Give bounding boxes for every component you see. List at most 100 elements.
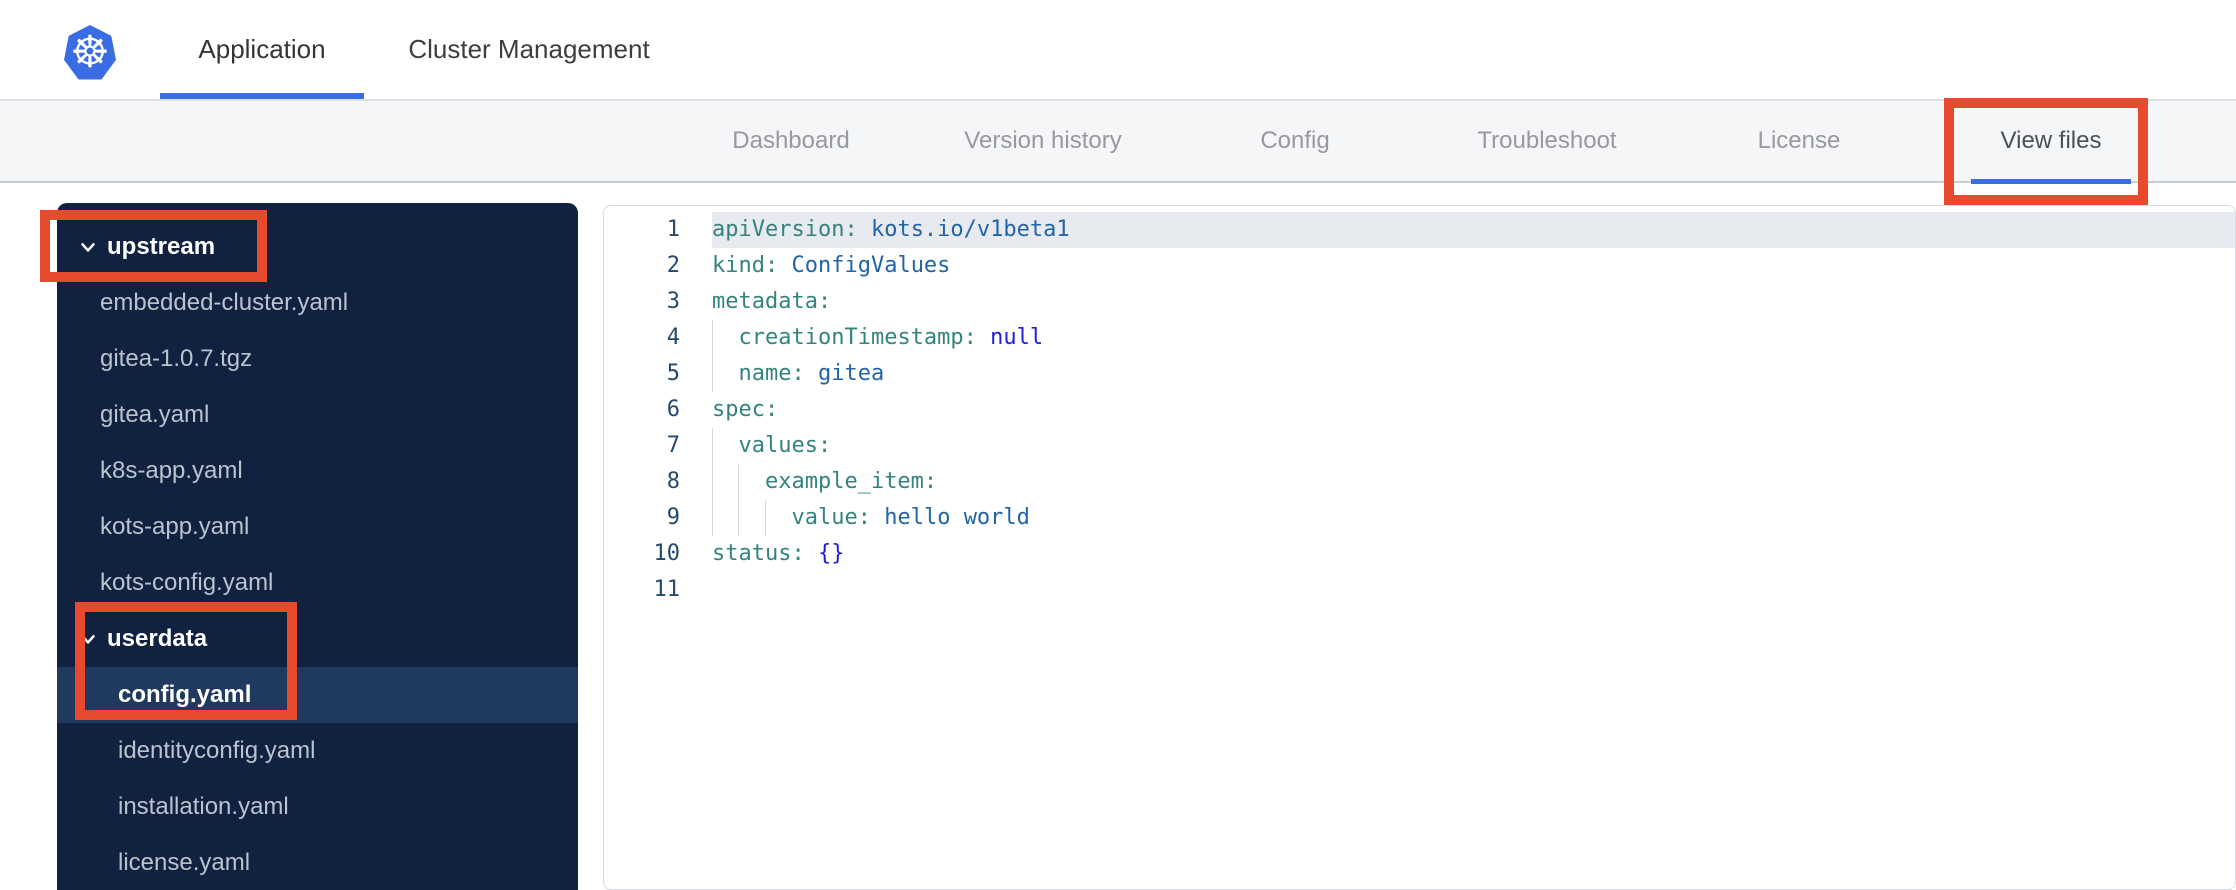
tree-item-label: kots-app.yaml <box>100 513 250 540</box>
tab-application[interactable]: Application <box>160 0 364 99</box>
indent-guide <box>712 356 713 392</box>
tab-cluster-management[interactable]: Cluster Management <box>384 0 674 99</box>
tab-dashboard[interactable]: Dashboard <box>711 100 871 182</box>
code-line-1: 1 apiVersion: kots.io/v1beta1 <box>604 212 2235 248</box>
indent-guide <box>712 320 713 356</box>
line-number: 10 <box>653 541 681 566</box>
code-text: value: hello world <box>712 500 2235 536</box>
code-line-4: 4 creationTimestamp: null <box>604 320 2235 356</box>
tree-item-label: identityconfig.yaml <box>118 737 316 764</box>
code-line-10: 10 status: {} <box>604 536 2235 572</box>
indent-guide <box>764 500 766 536</box>
tab-application-label: Application <box>198 34 326 64</box>
tab-version-history[interactable]: Version history <box>963 100 1123 182</box>
line-number: 2 <box>666 253 680 278</box>
tree-file-identityconfig-yaml[interactable]: identityconfig.yaml <box>57 723 578 779</box>
tree-file-config-yaml[interactable]: config.yaml <box>57 667 578 723</box>
tree-folder-upstream[interactable]: upstream <box>57 219 578 275</box>
code-line-11: 11 <box>604 572 2235 608</box>
token-key: values: <box>738 433 832 458</box>
tree-file-license-yaml[interactable]: license.yaml <box>57 835 578 890</box>
tab-dashboard-label: Dashboard <box>732 127 850 154</box>
code-line-7: 7 values: <box>604 428 2235 464</box>
tree-folder-userdata[interactable]: userdata <box>57 611 578 667</box>
tab-view-files-label: View files <box>2000 127 2102 154</box>
line-number: 6 <box>666 397 680 422</box>
code-line-2: 2 kind: ConfigValues <box>604 248 2235 284</box>
tab-view-files[interactable]: View files <box>1971 100 2131 184</box>
token-keyword: null <box>990 325 1044 350</box>
tree-item-label: gitea-1.0.7.tgz <box>100 345 253 372</box>
code-line-9: 9 value: hello world <box>604 500 2235 536</box>
line-number: 3 <box>666 289 680 314</box>
tree-item-label: embedded-cluster.yaml <box>100 289 349 316</box>
helm-wheel-icon: ☸ <box>70 27 110 78</box>
tree-item-label: installation.yaml <box>118 793 289 820</box>
tree-file-gitea-1-0-7-tgz[interactable]: gitea-1.0.7.tgz <box>57 331 578 387</box>
top-header: ☸ Application Cluster Management <box>0 0 2236 101</box>
tab-config[interactable]: Config <box>1215 100 1375 182</box>
tree-item-label: license.yaml <box>118 849 251 876</box>
tree-file-installation-yaml[interactable]: installation.yaml <box>57 779 578 835</box>
token-value: hello world <box>884 505 1030 530</box>
active-tab-indicator <box>1971 179 2131 184</box>
tree-item-label: upstream <box>107 233 216 260</box>
token-key: value: <box>791 505 871 530</box>
tab-troubleshoot-label: Troubleshoot <box>1477 127 1617 154</box>
tab-cluster-management-label: Cluster Management <box>408 34 650 64</box>
code-text: status: {} <box>712 536 2235 572</box>
code-text: values: <box>712 428 2235 464</box>
token-key: status: <box>712 541 805 566</box>
tree-file-gitea-yaml[interactable]: gitea.yaml <box>57 387 578 443</box>
kots-admin-console: ☸ Application Cluster Management Dashboa… <box>0 0 2236 890</box>
token-key: metadata: <box>712 289 832 314</box>
tree-file-kots-config-yaml[interactable]: kots-config.yaml <box>57 555 578 611</box>
yaml-file-viewer[interactable]: 1 apiVersion: kots.io/v1beta1 2 kind: Confi… <box>603 205 2236 890</box>
token-keyword: {} <box>817 541 845 566</box>
code-text: name: gitea <box>712 356 2235 392</box>
line-number: 9 <box>666 505 680 530</box>
code-line-5: 5 name: gitea <box>604 356 2235 392</box>
tree-file-k8s-app-yaml[interactable]: k8s-app.yaml <box>57 443 578 499</box>
indent-guide <box>738 464 740 500</box>
line-number: 7 <box>666 433 680 458</box>
tab-license-label: License <box>1757 127 1841 154</box>
tab-troubleshoot[interactable]: Troubleshoot <box>1467 100 1627 182</box>
token-value: gitea <box>817 361 885 386</box>
tab-license[interactable]: License <box>1719 100 1879 182</box>
tree-item-label: kots-config.yaml <box>100 569 274 596</box>
indent-guide <box>738 500 740 536</box>
kubernetes-logo-icon: ☸ <box>64 25 116 80</box>
code-line-6: 6 spec: <box>604 392 2235 428</box>
token-key: example_item: <box>764 469 938 494</box>
token-value: kots.io/v1beta1 <box>870 217 1070 242</box>
app-subnav: Dashboard Version history Config Trouble… <box>0 100 2236 184</box>
active-tab-indicator <box>160 93 364 99</box>
tree-item-label: gitea.yaml <box>100 401 210 428</box>
line-number: 11 <box>653 577 681 602</box>
tree-file-embedded-cluster-yaml[interactable]: embedded-cluster.yaml <box>57 275 578 331</box>
code-text: kind: ConfigValues <box>712 248 2235 284</box>
code-text: apiVersion: kots.io/v1beta1 <box>712 212 2235 248</box>
line-number: 1 <box>666 217 680 242</box>
token-key: spec: <box>712 397 779 422</box>
token-key: name: <box>738 361 805 386</box>
line-number: 8 <box>666 469 680 494</box>
tree-file-kots-app-yaml[interactable]: kots-app.yaml <box>57 499 578 555</box>
code-text: spec: <box>712 392 2235 428</box>
chevron-down-icon <box>75 626 101 652</box>
line-number: 4 <box>666 325 680 350</box>
code-text: metadata: <box>712 284 2235 320</box>
tree-item-label: config.yaml <box>118 681 252 708</box>
code-text: example_item: <box>712 464 2235 500</box>
code-text: creationTimestamp: null <box>712 320 2235 356</box>
